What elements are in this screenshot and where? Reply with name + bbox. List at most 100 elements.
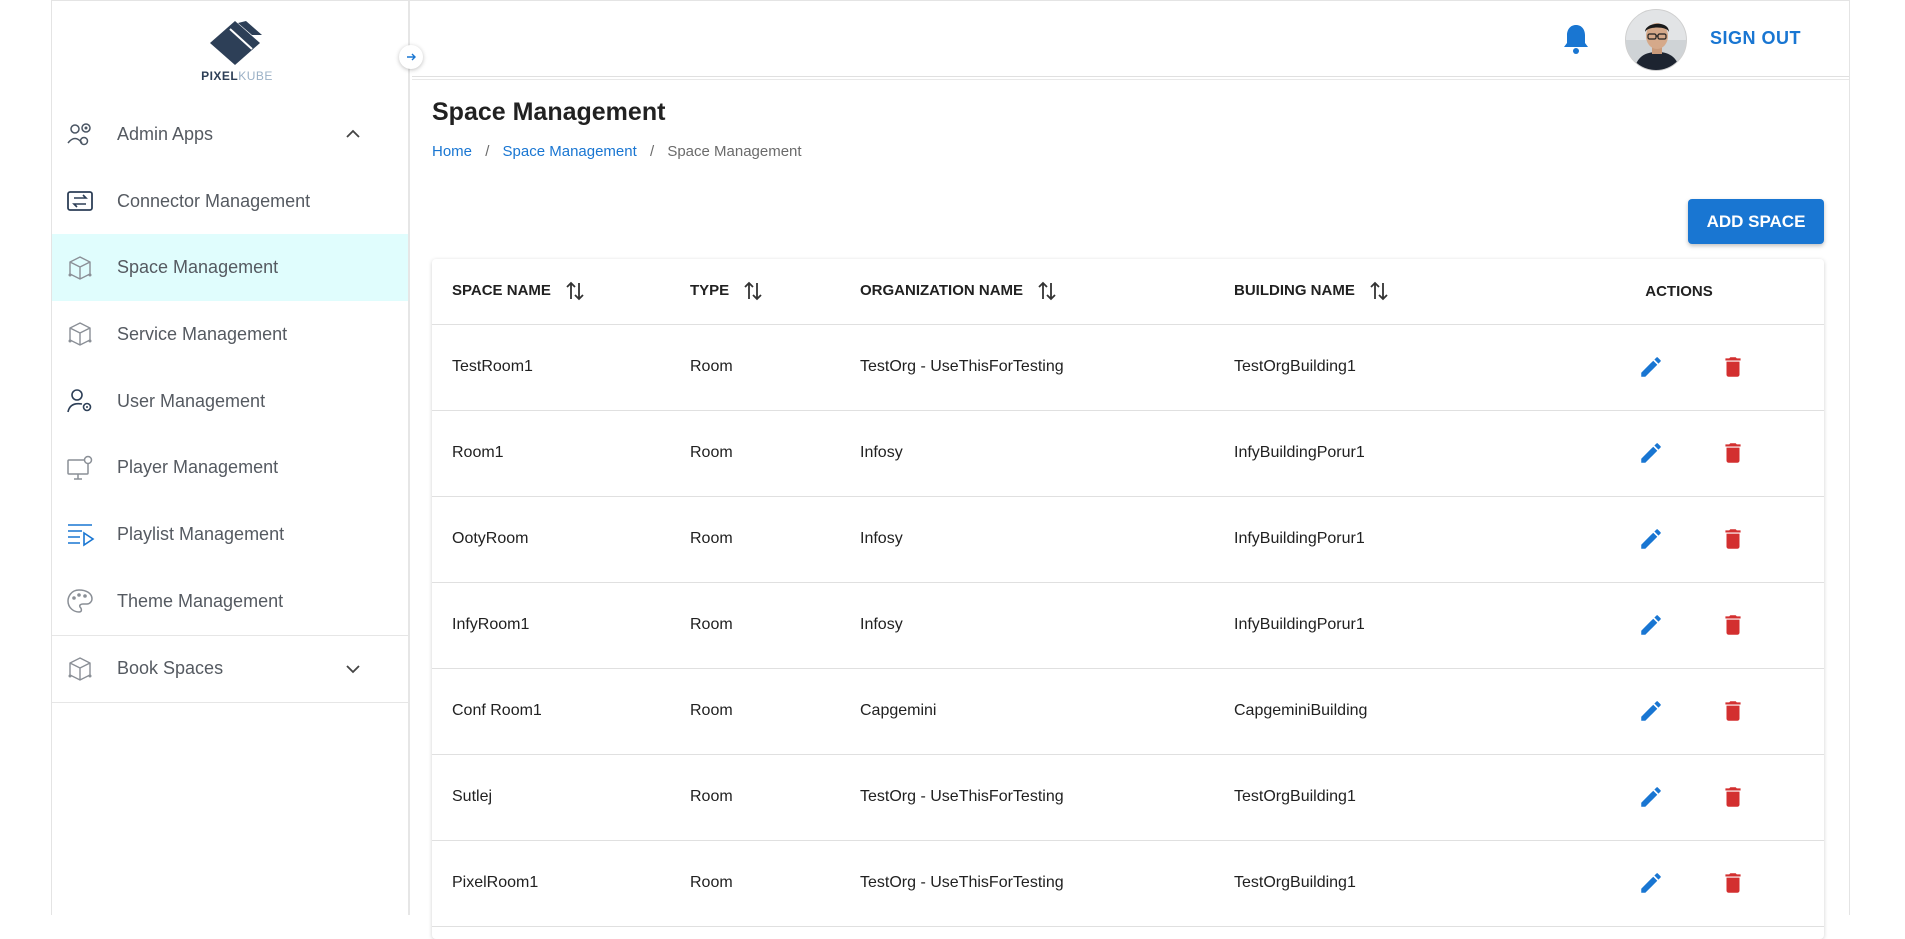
- delete-icon[interactable]: [1720, 698, 1746, 724]
- delete-icon[interactable]: [1720, 612, 1746, 638]
- edit-icon[interactable]: [1638, 784, 1664, 810]
- breadcrumb-home-link[interactable]: Home: [432, 143, 472, 160]
- breadcrumb: Home / Space Management / Space Manageme…: [432, 143, 802, 160]
- sidebar-item-player-management[interactable]: Player Management: [52, 434, 408, 501]
- cell-space-name: Sutlej: [432, 754, 690, 841]
- logo-text: PIXELKUBE: [201, 69, 273, 83]
- table-row: TestRoom1 Room TestOrg - UseThisForTesti…: [432, 324, 1824, 411]
- cell-type: Room: [690, 582, 860, 669]
- playlist-icon: [68, 524, 95, 547]
- pixelkube-logo[interactable]: PIXELKUBE: [200, 19, 274, 85]
- cell-building-name: TestOrgBuilding1: [1234, 840, 1534, 927]
- cell-space-name: TestRoom1: [432, 324, 690, 411]
- chevron-down-icon[interactable]: [344, 660, 362, 678]
- edit-icon[interactable]: [1638, 440, 1664, 466]
- sidebar-item-book-spaces[interactable]: Book Spaces: [52, 634, 408, 703]
- sidebar-item-connector-management[interactable]: Connector Management: [52, 168, 408, 235]
- table-row: Room1 Room Infosy InfyBuildingPorur1: [432, 410, 1824, 497]
- sidebar-item-label: Space Management: [117, 257, 279, 278]
- cell-space-name: Conf Room1: [432, 668, 690, 755]
- header-divider: [412, 79, 1849, 80]
- user-gear-icon: [67, 389, 92, 413]
- sidebar-collapse-button[interactable]: [399, 45, 423, 69]
- cube-icon: [68, 322, 92, 347]
- sidebar-nav: Admin Apps Connector Management Space Ma…: [52, 101, 408, 703]
- page-title: Space Management: [432, 98, 666, 126]
- connector-icon: [67, 191, 93, 211]
- breadcrumb-separator: /: [485, 143, 490, 160]
- breadcrumb-parent-link[interactable]: Space Management: [503, 143, 637, 160]
- add-space-button[interactable]: ADD SPACE: [1688, 199, 1824, 244]
- table-row: OotyRoom Room Infosy InfyBuildingPorur1: [432, 496, 1824, 583]
- monitor-gear-icon: [67, 455, 93, 480]
- sort-icon[interactable]: [1035, 279, 1059, 303]
- delete-icon[interactable]: [1720, 784, 1746, 810]
- sort-icon[interactable]: [563, 279, 587, 303]
- sidebar-item-admin-apps[interactable]: Admin Apps: [52, 101, 408, 168]
- sidebar-item-service-management[interactable]: Service Management: [52, 301, 408, 368]
- cell-type: Room: [690, 754, 860, 841]
- table-header-row: SPACE NAME TYPE ORGANIZATION NAME BUILDI…: [432, 259, 1824, 325]
- cell-building-name: TestOrgBuilding1: [1234, 324, 1534, 411]
- column-header-building-name[interactable]: BUILDING NAME: [1234, 259, 1534, 325]
- cell-actions: [1534, 754, 1824, 841]
- cell-actions: [1534, 668, 1824, 755]
- sidebar-item-label: Admin Apps: [117, 123, 214, 144]
- delete-icon[interactable]: [1720, 870, 1746, 896]
- cell-actions: [1534, 324, 1824, 411]
- table-row: InfyRoom1 Room Infosy InfyBuildingPorur1: [432, 582, 1824, 669]
- sidebar-item-label: User Management: [117, 390, 266, 411]
- column-header-space-name[interactable]: SPACE NAME: [432, 259, 690, 325]
- sort-icon[interactable]: [1367, 279, 1391, 303]
- avatar[interactable]: [1625, 9, 1687, 71]
- cell-type: Room: [690, 410, 860, 497]
- cell-organization-name: TestOrg - UseThisForTesting: [860, 840, 1234, 927]
- palette-icon: [67, 589, 93, 613]
- edit-icon[interactable]: [1638, 698, 1664, 724]
- edit-icon[interactable]: [1638, 612, 1664, 638]
- edit-icon[interactable]: [1638, 526, 1664, 552]
- column-label: ACTIONS: [1645, 282, 1713, 300]
- chevron-up-icon[interactable]: [344, 125, 362, 143]
- cell-actions: [1534, 582, 1824, 669]
- cell-type: Room: [690, 668, 860, 755]
- cell-organization-name: Infosy: [860, 410, 1234, 497]
- column-header-actions: ACTIONS: [1534, 259, 1824, 325]
- delete-icon[interactable]: [1720, 440, 1746, 466]
- column-label: SPACE NAME: [452, 282, 551, 300]
- cell-building-name: CapgeminiBuilding: [1234, 668, 1534, 755]
- edit-icon[interactable]: [1638, 870, 1664, 896]
- cell-actions: [1534, 840, 1824, 927]
- logo-diamond-icon: [210, 21, 262, 65]
- sort-icon[interactable]: [741, 279, 765, 303]
- cell-building-name: InfyBuildingPorur1: [1234, 582, 1534, 669]
- cell-organization-name: Infosy: [860, 582, 1234, 669]
- cell-actions: [1534, 496, 1824, 583]
- delete-icon[interactable]: [1720, 526, 1746, 552]
- cell-space-name: PixelRoom1: [432, 840, 690, 927]
- cell-space-name: Room1: [432, 410, 690, 497]
- sidebar-item-label: Playlist Management: [117, 523, 285, 544]
- cube-icon: [68, 255, 92, 280]
- breadcrumb-current: Space Management: [667, 143, 802, 160]
- sidebar: PIXELKUBE Admin Apps Connector Managemen…: [52, 1, 410, 915]
- column-label: TYPE: [690, 282, 730, 300]
- delete-icon[interactable]: [1720, 354, 1746, 380]
- cell-organization-name: TestOrg - UseThisForTesting: [860, 754, 1234, 841]
- user-avatar-photo: [1626, 10, 1686, 70]
- sign-out-button[interactable]: SIGN OUT: [1710, 28, 1801, 49]
- sidebar-item-label: Connector Management: [117, 190, 311, 211]
- cell-organization-name: TestOrg - UseThisForTesting: [860, 324, 1234, 411]
- cell-space-name: OotyRoom: [432, 496, 690, 583]
- sidebar-item-space-management[interactable]: Space Management: [52, 234, 408, 302]
- column-header-type[interactable]: TYPE: [690, 259, 860, 325]
- sidebar-item-user-management[interactable]: User Management: [52, 368, 408, 435]
- cell-actions: [1534, 410, 1824, 497]
- table-row: PixelRoom1 Room TestOrg - UseThisForTest…: [432, 840, 1824, 927]
- bell-icon[interactable]: [1560, 22, 1592, 56]
- arrow-right-icon: [407, 53, 416, 61]
- sidebar-item-theme-management[interactable]: Theme Management: [52, 568, 408, 635]
- column-header-organization-name[interactable]: ORGANIZATION NAME: [860, 259, 1234, 325]
- edit-icon[interactable]: [1638, 354, 1664, 380]
- sidebar-item-playlist-management[interactable]: Playlist Management: [52, 501, 408, 568]
